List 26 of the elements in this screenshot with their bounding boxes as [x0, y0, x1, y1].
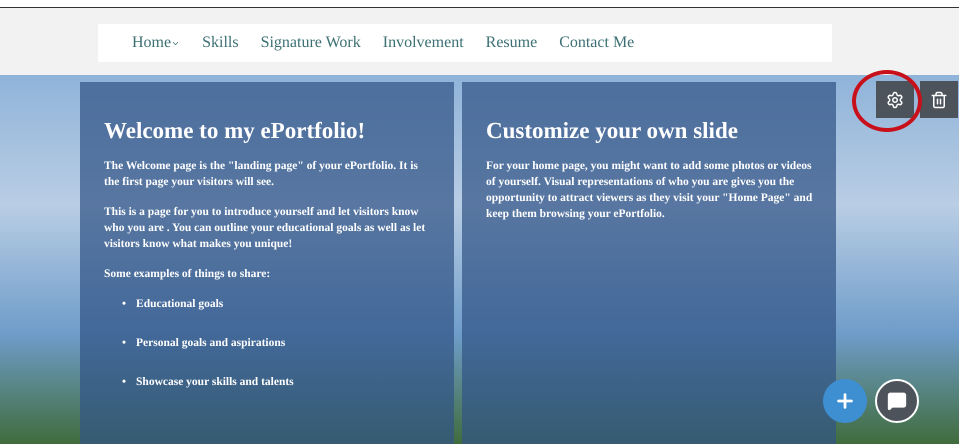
nav-link[interactable]: Involvement: [382, 34, 464, 52]
bullet-point: •: [122, 336, 126, 351]
slide-paragraph: The Welcome page is the "landing page" of your ePortfolio. It is the first page your visitors will see.: [104, 159, 419, 190]
bullet-item: Showcase your skills and talents: [136, 375, 294, 390]
bullet-point: •: [122, 375, 126, 390]
slide-paragraph: For your home page, you might want to add some photos or videos of yourself. Visual representations of who you are gives you the opportunity to attract viewers as they visit your "Home Page" and keep them browsing your ePortfolio.: [486, 159, 814, 222]
delete-button[interactable]: [920, 81, 958, 118]
chat-icon: [887, 391, 907, 411]
gear-icon: [886, 90, 904, 108]
add-button[interactable]: [823, 379, 867, 423]
bullet-item: Educational goals: [136, 297, 224, 312]
nav-link[interactable]: Skills: [202, 34, 239, 52]
comment-button[interactable]: [875, 379, 919, 423]
slide-title: Customize your own slide: [486, 118, 738, 144]
slide-paragraph: Some examples of things to share:: [104, 267, 272, 282]
nav-link[interactable]: Contact Me: [559, 34, 634, 52]
nav-link[interactable]: Resume: [486, 34, 538, 52]
trash-icon: [930, 90, 948, 108]
settings-button[interactable]: [876, 81, 914, 118]
slide-paragraph: This is a page for you to introduce yourself and let visitors know who you are . You can outline your educational goals as well as let visitors know what makes you unique!: [104, 205, 426, 252]
slide-title: Welcome to my ePortfolio!: [104, 118, 366, 144]
nav-link[interactable]: Home: [132, 34, 180, 52]
bullet-point: •: [122, 297, 126, 312]
plus-icon: [834, 390, 856, 412]
nav-link[interactable]: Signature Work: [260, 34, 361, 52]
bullet-item: Personal goals and aspirations: [136, 336, 286, 351]
